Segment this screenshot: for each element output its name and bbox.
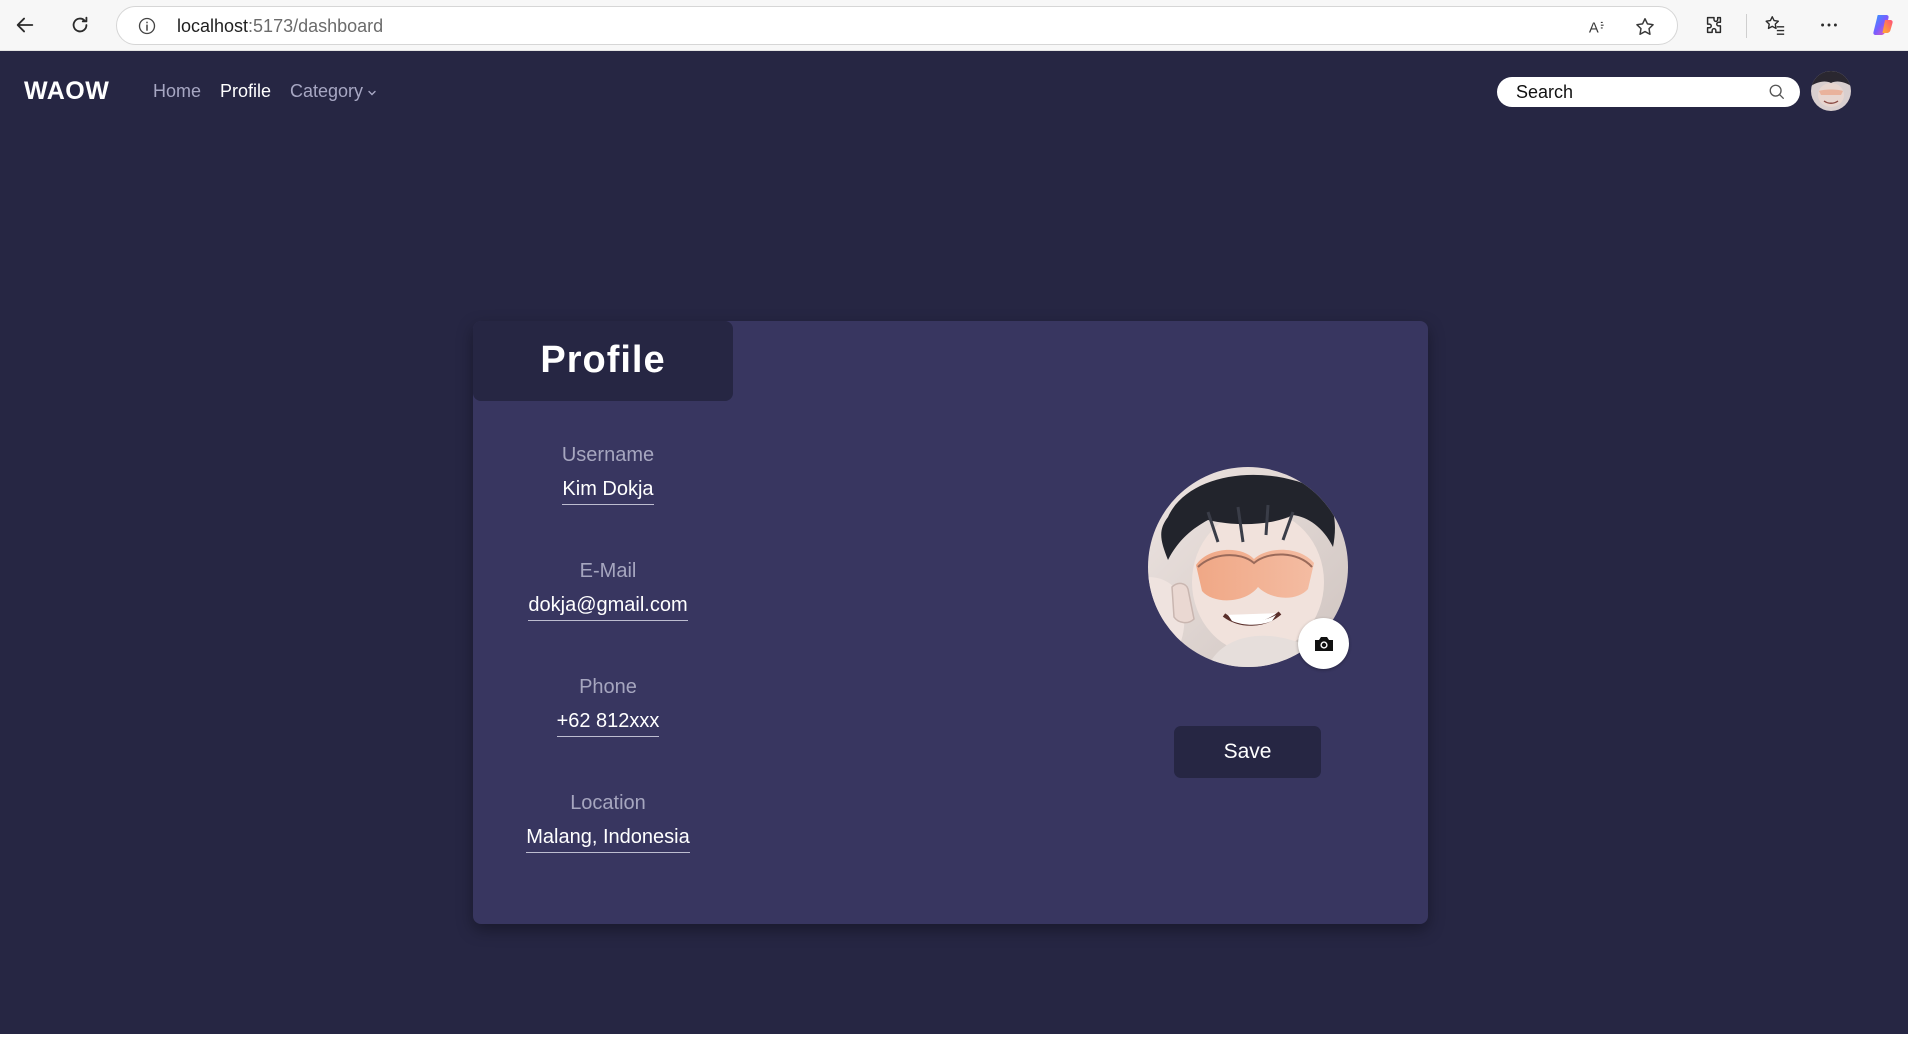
nav-link-home[interactable]: Home xyxy=(153,81,201,102)
save-button[interactable]: Save xyxy=(1174,726,1321,778)
nav-link-category-label: Category xyxy=(290,81,364,101)
email-value[interactable]: dokja@gmail.com xyxy=(528,594,688,621)
app-viewport: WAOW Home Profile Category Profile Usern… xyxy=(0,51,1908,1034)
location-label: Location xyxy=(570,792,646,814)
top-navbar: WAOW Home Profile Category xyxy=(0,51,1908,131)
browser-toolbar: localhost:5173/dashboard A xyxy=(0,0,1908,51)
email-field: E-Mail dokja@gmail.com xyxy=(473,560,743,621)
favorites-icon[interactable] xyxy=(1762,12,1788,38)
search-icon[interactable] xyxy=(1768,83,1786,101)
user-avatar[interactable] xyxy=(1811,71,1851,111)
username-label: Username xyxy=(561,444,655,466)
site-info-icon[interactable] xyxy=(137,16,157,36)
toolbar-divider xyxy=(1746,14,1747,38)
back-arrow-icon[interactable] xyxy=(12,12,38,38)
address-bar[interactable]: localhost:5173/dashboard A xyxy=(116,6,1678,45)
nav-link-category[interactable]: Category xyxy=(290,81,377,103)
change-photo-button[interactable] xyxy=(1298,618,1349,669)
url-host: localhost xyxy=(177,16,249,36)
copilot-icon[interactable] xyxy=(1870,12,1896,38)
email-label: E-Mail xyxy=(579,560,637,582)
profile-title-tab: Profile xyxy=(473,321,733,401)
address-url: localhost:5173/dashboard xyxy=(177,16,383,37)
location-value[interactable]: Malang, Indonesia xyxy=(526,826,690,853)
refresh-icon[interactable] xyxy=(67,12,93,38)
profile-card: Profile Username Kim Dokja E-Mail dokja@… xyxy=(473,321,1428,924)
brand-logo[interactable]: WAOW xyxy=(24,77,109,106)
nav-link-profile[interactable]: Profile xyxy=(220,81,271,102)
extensions-icon[interactable] xyxy=(1701,12,1727,38)
search-input[interactable] xyxy=(1516,81,1756,103)
location-field: Location Malang, Indonesia xyxy=(473,792,743,853)
username-value[interactable]: Kim Dokja xyxy=(562,478,654,505)
username-field: Username Kim Dokja xyxy=(473,444,743,505)
page-title: Profile xyxy=(540,339,666,381)
search-bar xyxy=(1497,77,1800,107)
camera-icon xyxy=(1314,636,1333,651)
chevron-down-icon xyxy=(367,82,377,103)
favorite-star-icon[interactable] xyxy=(1632,14,1658,40)
phone-value[interactable]: +62 812xxx xyxy=(556,710,660,737)
more-icon[interactable] xyxy=(1816,12,1842,38)
url-path: :5173/dashboard xyxy=(248,16,384,36)
phone-label: Phone xyxy=(579,676,637,698)
svg-text:A: A xyxy=(1589,21,1599,37)
phone-field: Phone +62 812xxx xyxy=(473,676,743,737)
read-aloud-icon[interactable]: A xyxy=(1586,14,1612,40)
